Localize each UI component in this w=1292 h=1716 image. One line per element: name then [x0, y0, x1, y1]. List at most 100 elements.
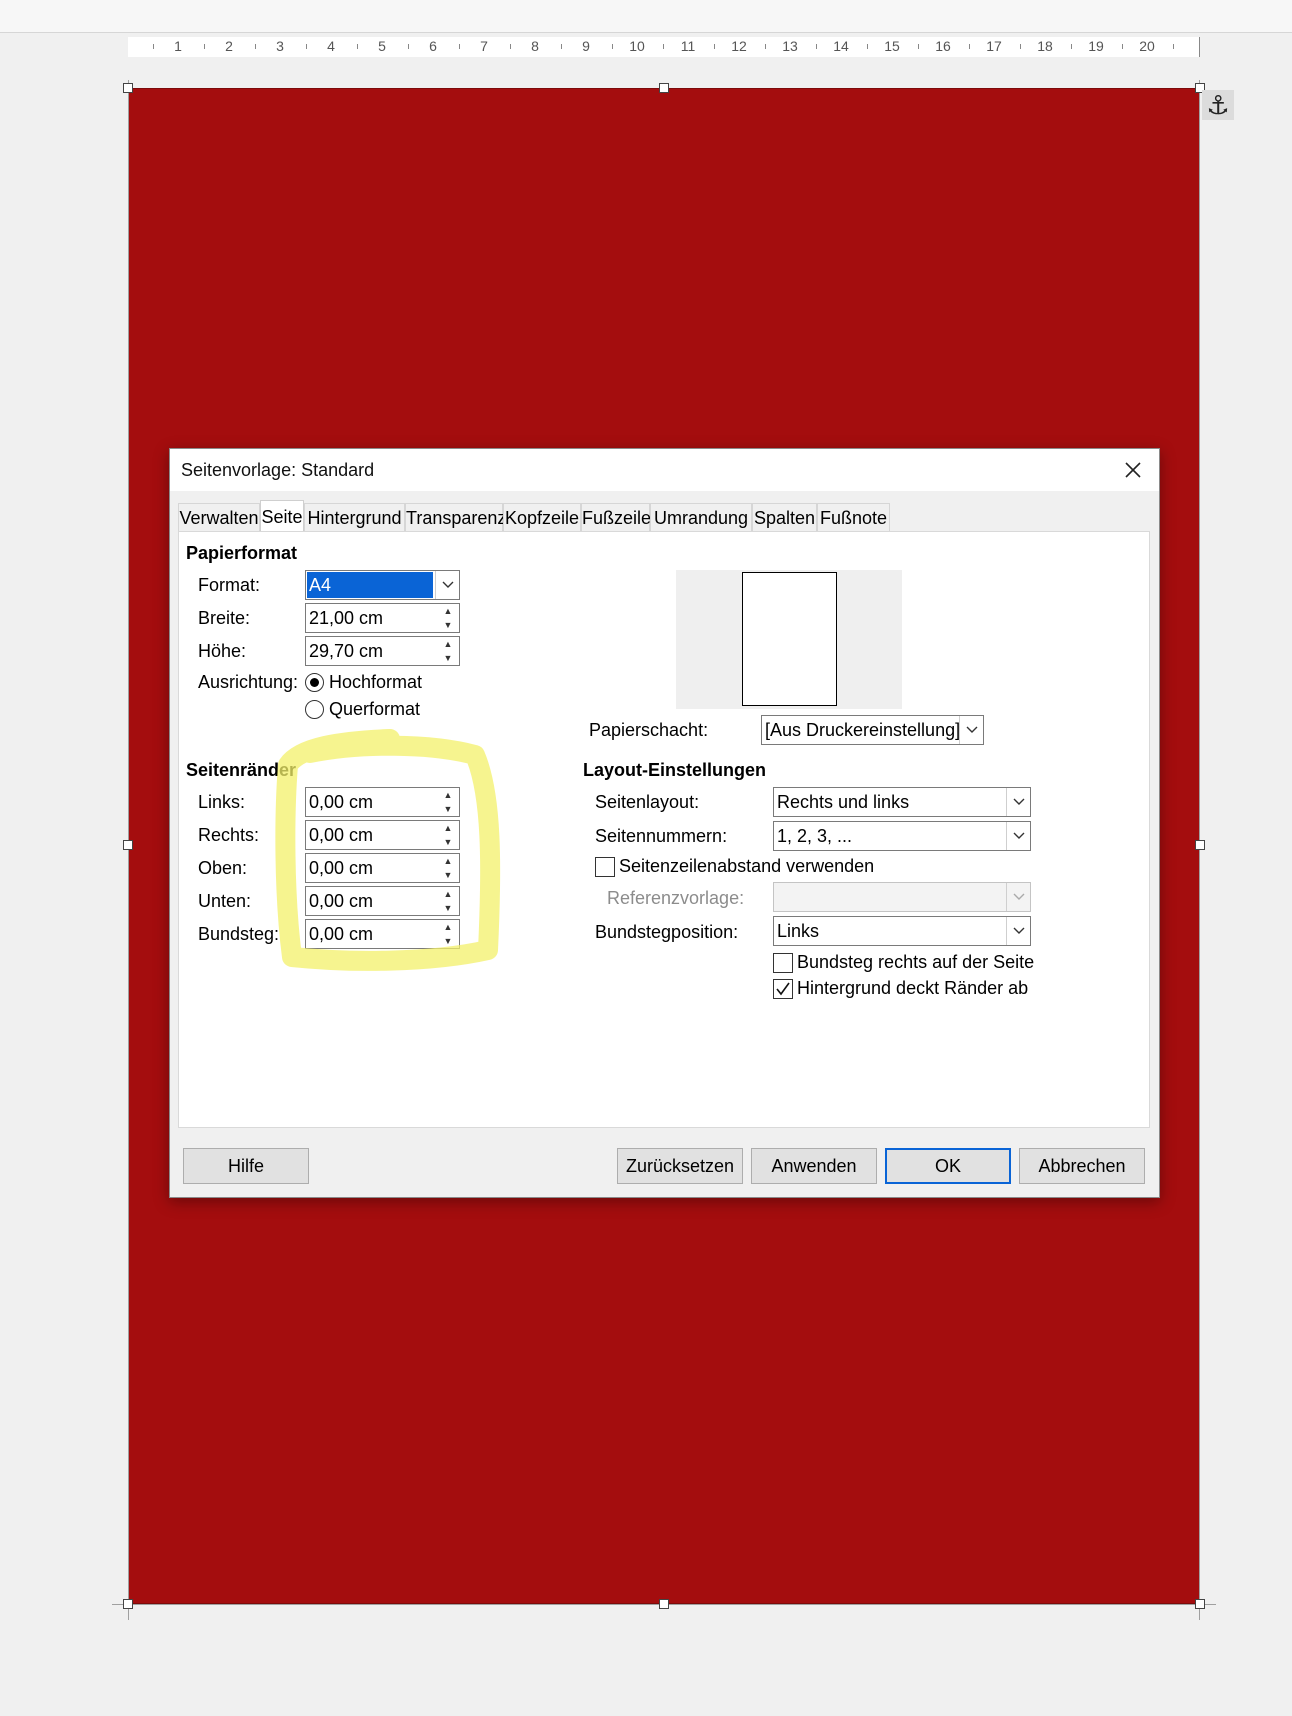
bundsteg-spinbox[interactable]: 0,00 cm ▲ ▼ [305, 919, 460, 949]
querformat-label[interactable]: Querformat [329, 699, 420, 720]
tab-hintergrund[interactable]: Hintergrund [304, 503, 405, 531]
bundstegposition-label: Bundstegposition: [595, 922, 739, 942]
breite-label: Breite: [198, 608, 251, 628]
spin-down-icon[interactable]: ▼ [437, 835, 459, 849]
oben-spinbox[interactable]: 0,00 cm ▲ ▼ [305, 853, 460, 883]
seitennummern-label: Seitennummern: [595, 826, 728, 846]
format-select[interactable]: A4 [305, 570, 460, 600]
bundsteg-rechts-checkbox[interactable] [773, 953, 793, 973]
papierformat-heading: Papierformat [186, 543, 298, 563]
tab-transparenz[interactable]: Transparenz [405, 503, 506, 531]
hilfe-button[interactable]: Hilfe [183, 1148, 309, 1184]
ruler-tick [662, 44, 664, 49]
ruler-number: 12 [731, 38, 747, 54]
ruler-number: 14 [833, 38, 849, 54]
spin-up-icon[interactable]: ▲ [437, 887, 459, 901]
seitenlayout-label: Seitenlayout: [595, 792, 700, 812]
bundsteg-rechts-label[interactable]: Bundsteg rechts auf der Seite [797, 952, 1034, 973]
spin-up-icon[interactable]: ▲ [437, 604, 459, 618]
page-preview [676, 570, 902, 709]
spin-down-icon[interactable]: ▼ [437, 868, 459, 882]
ruler-tick [1172, 44, 1174, 49]
ruler-tick [509, 44, 511, 49]
ruler-end-marker [1199, 37, 1200, 57]
ruler-tick [254, 44, 256, 49]
ruler-tick [560, 44, 562, 49]
anwenden-button[interactable]: Anwenden [751, 1148, 877, 1184]
dialog-title: Seitenvorlage: Standard [181, 460, 375, 480]
close-icon[interactable] [1120, 457, 1146, 483]
chevron-down-icon[interactable] [1006, 822, 1030, 850]
resize-handle-top[interactable] [659, 83, 669, 93]
resize-handle-bottom[interactable] [659, 1599, 669, 1609]
seitenzeilenabstand-label[interactable]: Seitenzeilenabstand verwenden [619, 856, 874, 877]
hoehe-spinbox[interactable]: 29,70 cm ▲ ▼ [305, 636, 460, 666]
resize-handle-right[interactable] [1195, 840, 1205, 850]
ok-button[interactable]: OK [885, 1148, 1011, 1184]
hoehe-value: 29,70 cm [309, 641, 384, 661]
breite-spinbox[interactable]: 21,00 cm ▲ ▼ [305, 603, 460, 633]
rechts-spinbox[interactable]: 0,00 cm ▲ ▼ [305, 820, 460, 850]
spin-down-icon[interactable]: ▼ [437, 934, 459, 948]
chevron-down-icon[interactable] [435, 571, 459, 599]
bundsteg-value: 0,00 cm [309, 924, 374, 944]
hochformat-radio[interactable] [305, 673, 324, 692]
hintergrund-label[interactable]: Hintergrund deckt Ränder ab [797, 978, 1028, 999]
spin-up-icon[interactable]: ▲ [437, 821, 459, 835]
resize-handle-bottom-left[interactable] [123, 1599, 133, 1609]
unten-spinbox[interactable]: 0,00 cm ▲ ▼ [305, 886, 460, 916]
ruler-tick [968, 44, 970, 49]
ruler-number: 19 [1088, 38, 1104, 54]
hoehe-label: Höhe: [198, 641, 247, 661]
ruler-tick [407, 44, 409, 49]
tab-verwalten[interactable]: Verwalten [178, 503, 260, 531]
oben-value: 0,00 cm [309, 858, 374, 878]
querformat-radio[interactable] [305, 700, 324, 719]
spin-down-icon[interactable]: ▼ [437, 901, 459, 915]
tab-fusszeile[interactable]: Fußzeile [581, 503, 651, 531]
chevron-down-icon[interactable] [1006, 788, 1030, 816]
tab-fussnote[interactable]: Fußnote [817, 503, 890, 531]
seitenzeilenabstand-checkbox[interactable] [595, 857, 615, 877]
tab-umrandung[interactable]: Umrandung [650, 503, 752, 531]
zuruecksetzen-button[interactable]: Zurücksetzen [617, 1148, 743, 1184]
spin-down-icon[interactable]: ▼ [437, 651, 459, 665]
resize-handle-left[interactable] [123, 840, 133, 850]
spin-up-icon[interactable]: ▲ [437, 920, 459, 934]
ruler-number: 10 [629, 38, 645, 54]
chevron-down-icon[interactable] [1006, 883, 1030, 911]
spin-up-icon[interactable]: ▲ [437, 788, 459, 802]
referenzvorlage-select[interactable] [773, 882, 1031, 912]
papierschacht-label: Papierschacht: [589, 720, 709, 740]
tab-spalten[interactable]: Spalten [752, 503, 817, 531]
ruler-tick [203, 44, 205, 49]
resize-handle-top-left[interactable] [123, 83, 133, 93]
tab-kopfzeile[interactable]: Kopfzeile [503, 503, 581, 531]
chevron-down-icon[interactable] [1006, 917, 1030, 945]
abbrechen-button[interactable]: Abbrechen [1019, 1148, 1145, 1184]
tab-seite[interactable]: Seite [260, 500, 304, 533]
bundstegposition-select[interactable]: Links [773, 916, 1031, 946]
hintergrund-checkbox[interactable] [773, 979, 793, 999]
papierschacht-select[interactable]: [Aus Druckereinstellung] [761, 715, 984, 745]
ruler-number: 13 [782, 38, 798, 54]
hochformat-label[interactable]: Hochformat [329, 672, 422, 693]
resize-handle-bottom-right[interactable] [1195, 1599, 1205, 1609]
app-toolbar-strip [0, 0, 1292, 33]
links-spinbox[interactable]: 0,00 cm ▲ ▼ [305, 787, 460, 817]
spin-up-icon[interactable]: ▲ [437, 854, 459, 868]
unten-label: Unten: [198, 891, 252, 911]
papierschacht-value: [Aus Druckereinstellung] [765, 720, 961, 740]
referenzvorlage-label: Referenzvorlage: [607, 888, 745, 908]
ruler-tick [1121, 44, 1123, 49]
spin-down-icon[interactable]: ▼ [437, 618, 459, 632]
anchor-icon[interactable]: ⚓ [1202, 90, 1234, 120]
ruler-number: 4 [327, 38, 335, 54]
ruler-number: 18 [1037, 38, 1053, 54]
seitenlayout-select[interactable]: Rechts und links [773, 787, 1031, 817]
ruler-number: 2 [225, 38, 233, 54]
spin-down-icon[interactable]: ▼ [437, 802, 459, 816]
chevron-down-icon[interactable] [959, 716, 983, 744]
spin-up-icon[interactable]: ▲ [437, 637, 459, 651]
seitennummern-select[interactable]: 1, 2, 3, ... [773, 821, 1031, 851]
